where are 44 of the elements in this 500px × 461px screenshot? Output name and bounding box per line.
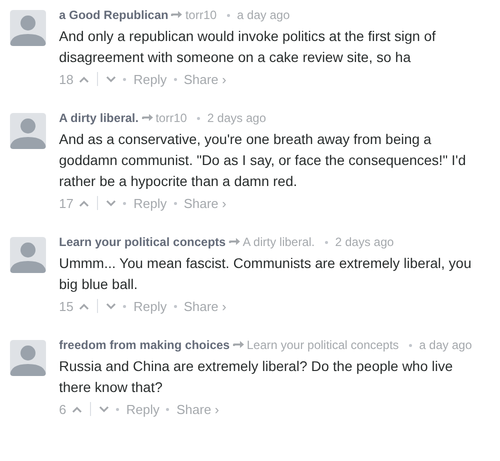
reply-arrow-icon — [171, 10, 182, 19]
parent-author-link[interactable]: Learn your political concepts — [246, 338, 399, 352]
upvote-icon[interactable] — [79, 302, 90, 310]
reply-link[interactable]: Reply — [133, 298, 167, 314]
share-link[interactable]: Share › — [176, 402, 220, 416]
share-link[interactable]: Share › — [184, 72, 226, 86]
reply-link[interactable]: Reply — [126, 402, 160, 416]
reply-arrow-icon — [228, 237, 240, 246]
author-name[interactable]: freedom from making choices — [59, 338, 230, 352]
avatar-icon[interactable] — [10, 340, 46, 376]
author-name[interactable]: Learn your political concepts — [59, 235, 226, 249]
avatar-icon[interactable] — [10, 113, 46, 149]
upvote-icon[interactable] — [79, 76, 90, 82]
reply-link[interactable]: Reply — [133, 196, 167, 210]
reply-link[interactable]: Reply — [133, 72, 167, 86]
author-name[interactable]: a Good Republican — [59, 8, 168, 22]
vote-count: 18 — [59, 72, 74, 86]
share-link[interactable]: Share › — [184, 196, 226, 210]
reply-arrow-icon — [142, 113, 153, 122]
timestamp[interactable]: a day ago — [419, 338, 472, 352]
avatar-icon[interactable] — [10, 237, 46, 273]
upvote-icon[interactable] — [72, 406, 82, 412]
downvote-icon[interactable] — [99, 406, 110, 412]
downvote-icon[interactable] — [106, 302, 116, 310]
vote-count: 6 — [59, 402, 66, 416]
parent-author-link[interactable]: A dirty liberal. — [242, 235, 315, 249]
parent-author-link[interactable]: torr10 — [156, 111, 187, 125]
avatar-icon[interactable] — [10, 10, 46, 46]
timestamp[interactable]: a day ago — [237, 8, 290, 22]
comment-text: Russia and China are extremely liberal? Do the people who live there know that? — [59, 357, 454, 397]
reply-arrow-icon — [232, 340, 244, 349]
share-link[interactable]: Share › — [184, 298, 226, 314]
downvote-icon[interactable] — [106, 200, 116, 206]
timestamp[interactable]: 2 days ago — [335, 235, 394, 249]
vote-count: 17 — [59, 196, 74, 210]
downvote-icon[interactable] — [106, 76, 116, 82]
comment-text: Ummm... You mean fascist. Communists are extremely liberal, you big blue ball. — [59, 254, 472, 294]
comment-text: And only a republican would invoke politics at the first sign of disagreement with someone on a cake review site, so ha — [59, 27, 437, 67]
parent-author-link[interactable]: torr10 — [185, 8, 217, 22]
comment-text: And as a conservative, you're one breath away from being a goddamn communist. "Do as I say, or face the consequences!" I'd rather be a hypocrite than a damn red. — [59, 130, 467, 191]
author-name[interactable]: A dirty liberal. — [59, 111, 139, 125]
timestamp[interactable]: 2 days ago — [207, 111, 266, 125]
upvote-icon[interactable] — [79, 200, 90, 206]
vote-count: 15 — [59, 298, 74, 314]
